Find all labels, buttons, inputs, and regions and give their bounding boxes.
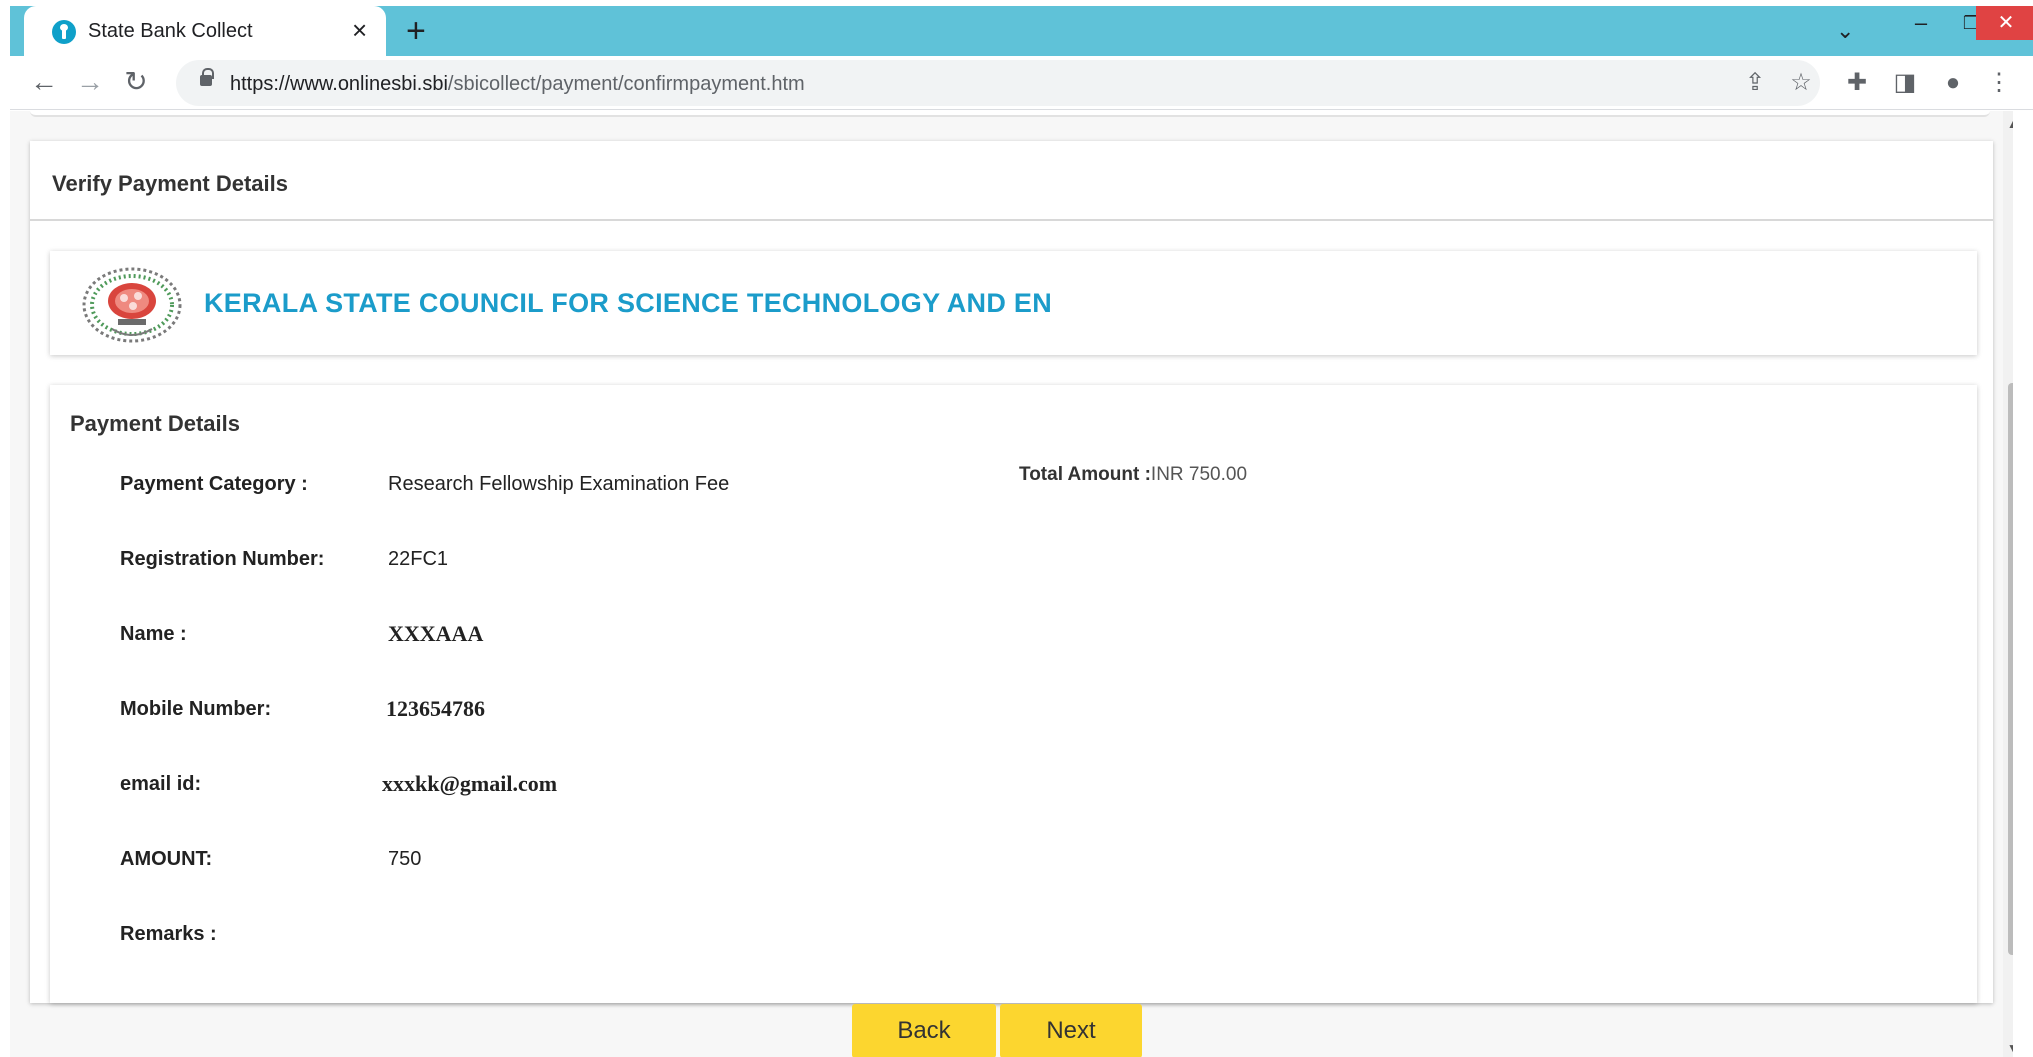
scroll-up-arrow-icon[interactable]: ▲: [2007, 117, 2013, 131]
total-amount: Total Amount :INR 750.00: [1019, 464, 1247, 486]
total-amount-label: Total Amount :: [1019, 464, 1151, 485]
sbi-favicon-icon: [52, 20, 76, 44]
tab-title: State Bank Collect: [88, 20, 253, 42]
close-window-icon[interactable]: ✕: [1976, 6, 2033, 40]
back-button[interactable]: Back: [852, 1004, 996, 1057]
total-amount-value: INR 750.00: [1150, 464, 1248, 485]
next-button[interactable]: Next: [1000, 1004, 1142, 1057]
payment-category-value: Research Fellowship Examination Fee: [388, 473, 730, 495]
email-id-label: email id:: [120, 773, 202, 795]
browser-toolbar: ← → ↻ https://www.onlinesbi.sbi/sbicolle…: [10, 56, 2033, 110]
amount-value: 750: [388, 848, 422, 870]
tab-close-icon[interactable]: ×: [352, 16, 367, 44]
page-viewport: Verify Payment Details KERALA STATE COUN…: [10, 111, 2013, 1057]
reload-icon[interactable]: ↻: [118, 64, 154, 100]
share-icon[interactable]: ⇪: [1738, 66, 1772, 100]
scrollbar-thumb[interactable]: [2008, 383, 2013, 955]
url-text[interactable]: https://www.onlinesbi.sbi/sbicollect/pay…: [230, 73, 805, 96]
minimize-window-icon[interactable]: –: [1896, 8, 1946, 42]
side-panel-icon[interactable]: ◨: [1888, 66, 1922, 100]
vertical-scrollbar[interactable]: ▲ ▼: [2003, 111, 2013, 1057]
back-arrow-icon[interactable]: ←: [26, 64, 62, 100]
name-value: XXXAAA: [388, 621, 484, 646]
extensions-puzzle-icon[interactable]: ✚: [1840, 66, 1874, 100]
previous-card-edge: [30, 111, 1990, 117]
lock-icon[interactable]: [200, 68, 214, 86]
scroll-down-arrow-icon[interactable]: ▼: [2007, 1041, 2013, 1055]
organization-banner: KERALA STATE COUNCIL FOR SCIENCE TECHNOL…: [50, 251, 1977, 355]
mobile-number-value: 123654786: [386, 696, 485, 721]
kscste-emblem-logo: [82, 267, 182, 343]
profile-avatar-icon[interactable]: ●: [1936, 66, 1970, 100]
registration-number-value: 22FC1: [388, 548, 449, 570]
tab-strip: State Bank Collect × + ⌄ – ❐ ✕: [10, 6, 2033, 56]
card-header: Verify Payment Details: [30, 141, 1993, 221]
payment-details-card: Payment Details Payment Category : Resea…: [50, 385, 1977, 1003]
organization-name: KERALA STATE COUNCIL FOR SCIENCE TECHNOL…: [204, 288, 1053, 318]
tab-search-chevron-icon[interactable]: ⌄: [1836, 18, 1854, 44]
forward-arrow-icon[interactable]: →: [72, 64, 108, 100]
payment-details-heading: Payment Details: [70, 411, 240, 436]
new-tab-button[interactable]: +: [406, 12, 426, 50]
remarks-label: Remarks :: [120, 923, 217, 945]
address-bar[interactable]: https://www.onlinesbi.sbi/sbicollect/pay…: [176, 60, 1820, 106]
amount-label: AMOUNT:: [120, 848, 213, 870]
registration-number-label: Registration Number:: [120, 548, 325, 570]
payment-category-label: Payment Category :: [120, 473, 308, 495]
bookmark-star-icon[interactable]: ☆: [1784, 66, 1818, 100]
kebab-menu-icon[interactable]: ⋮: [1982, 66, 2016, 100]
verify-payment-card: Verify Payment Details KERALA STATE COUN…: [30, 141, 1993, 1003]
page-title: Verify Payment Details: [52, 171, 289, 196]
mobile-number-label: Mobile Number:: [120, 698, 272, 720]
email-id-value: xxxkk@gmail.com: [382, 771, 558, 796]
browser-tab[interactable]: State Bank Collect ×: [24, 6, 386, 56]
name-label: Name :: [120, 623, 187, 645]
